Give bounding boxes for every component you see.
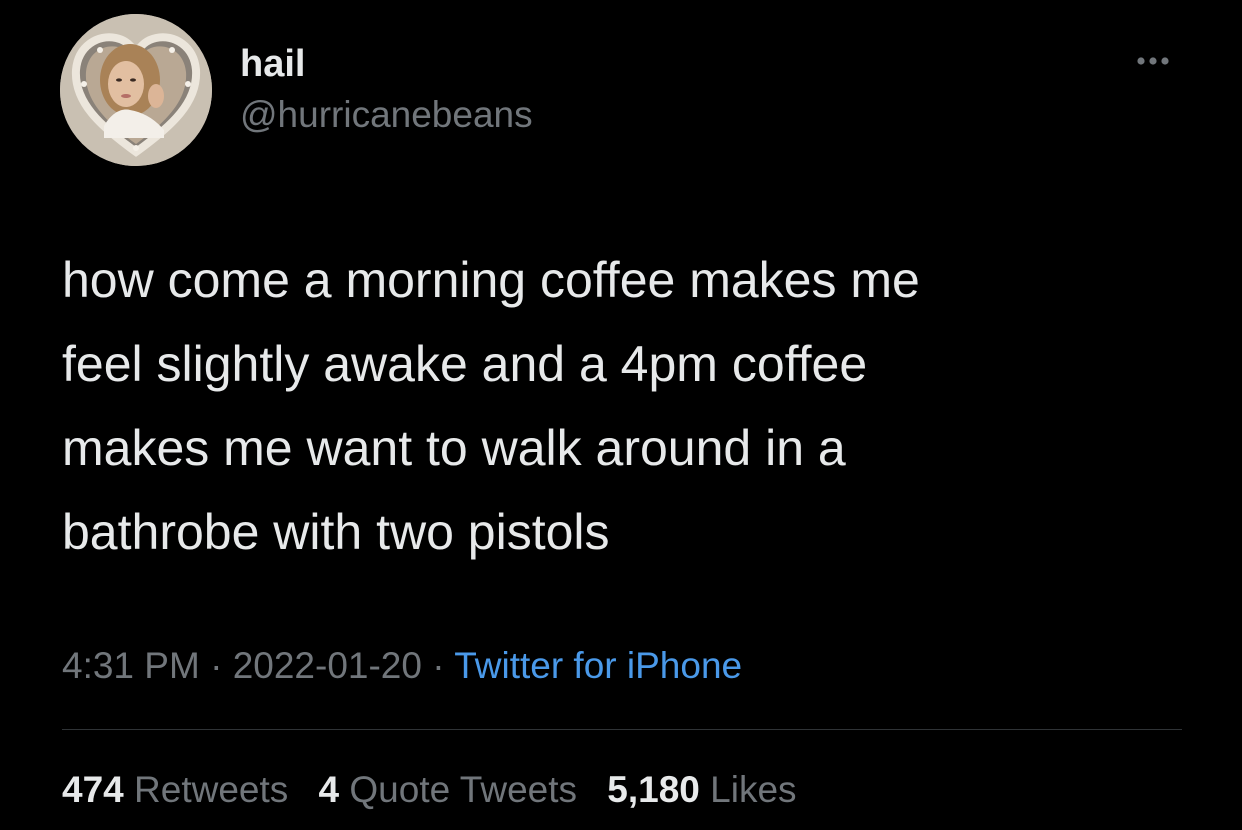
meta-separator: · (432, 645, 445, 686)
quote-tweets-stat[interactable]: 4 Quote Tweets (319, 764, 577, 816)
likes-count: 5,180 (607, 769, 700, 810)
quote-tweets-count: 4 (318, 769, 340, 810)
tweet-time[interactable]: 4:31 PM (62, 645, 200, 686)
engagement-stats: 474 Retweets 4 Quote Tweets 5,180 Likes (62, 764, 817, 816)
retweets-stat[interactable]: 474 Retweets (62, 764, 288, 816)
tweet-date[interactable]: 2022-01-20 (233, 645, 422, 686)
more-horizontal-icon (1137, 57, 1169, 65)
tweet-text: how come a morning coffee makes me feel … (62, 252, 920, 560)
retweets-label: Retweets (134, 769, 289, 810)
divider (62, 729, 1182, 730)
quote-tweets-label: Quote Tweets (349, 769, 578, 810)
tweet-source-link[interactable]: Twitter for iPhone (454, 645, 742, 686)
retweets-count: 474 (62, 769, 124, 810)
avatar[interactable] (60, 14, 212, 166)
tweet-metadata: 4:31 PM · 2022-01-20 · Twitter for iPhon… (62, 640, 742, 692)
author-handle[interactable]: @hurricanebeans (240, 92, 533, 138)
likes-label: Likes (710, 769, 797, 810)
tweet-card: hail @hurricanebeans how come a morning … (0, 0, 1242, 830)
avatar-image (60, 14, 212, 166)
more-options-button[interactable] (1128, 44, 1178, 78)
likes-stat[interactable]: 5,180 Likes (607, 764, 796, 816)
meta-separator: · (210, 645, 223, 686)
author-name[interactable]: hail (240, 40, 305, 88)
